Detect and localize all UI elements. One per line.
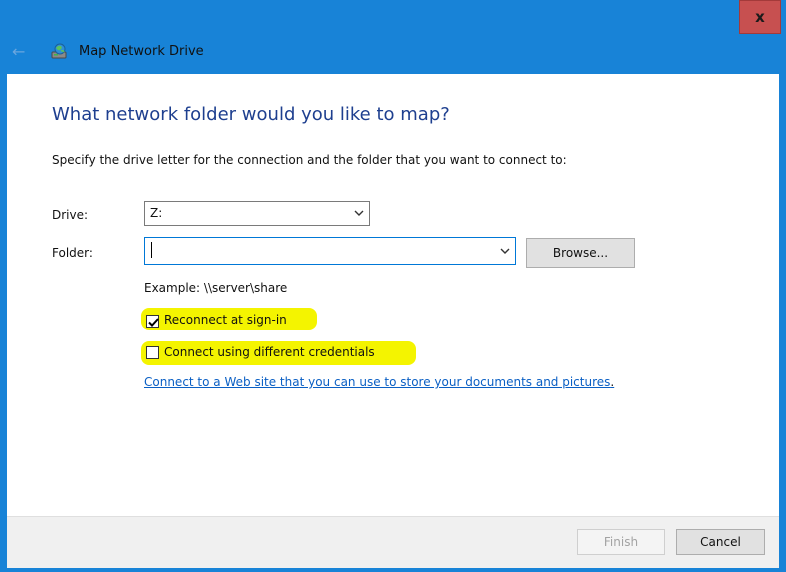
different-credentials-label[interactable]: Connect using different credentials — [164, 345, 375, 359]
map-network-drive-window: x ← Map Network Drive What network folde… — [0, 0, 786, 572]
wizard-content: What network folder would you like to ma… — [7, 74, 779, 516]
web-site-link-text[interactable]: Connect to a Web site that you can use t… — [144, 375, 610, 389]
cancel-button[interactable]: Cancel — [676, 529, 765, 555]
back-arrow-icon[interactable]: ← — [12, 44, 32, 60]
close-icon: x — [755, 8, 765, 26]
chevron-down-icon — [500, 248, 510, 254]
browse-button[interactable]: Browse... — [526, 238, 635, 268]
window-title: Map Network Drive — [79, 44, 204, 59]
different-credentials-checkbox[interactable] — [146, 346, 159, 359]
text-caret — [151, 242, 152, 258]
folder-combobox[interactable] — [144, 237, 516, 265]
reconnect-checkbox[interactable] — [146, 315, 159, 328]
network-drive-icon — [50, 43, 70, 61]
close-button[interactable]: x — [739, 0, 781, 34]
finish-button[interactable]: Finish — [577, 529, 665, 555]
folder-label: Folder: — [52, 246, 93, 260]
drive-select[interactable]: Z: — [144, 201, 370, 226]
title-bar: x ← Map Network Drive — [0, 0, 786, 74]
drive-value: Z: — [150, 206, 163, 220]
chevron-down-icon — [354, 210, 364, 216]
checkmark-icon — [148, 318, 159, 327]
web-site-link[interactable]: Connect to a Web site that you can use t… — [144, 375, 614, 389]
page-heading: What network folder would you like to ma… — [52, 104, 450, 125]
link-period: . — [610, 375, 615, 389]
wizard-footer: Finish Cancel — [7, 516, 779, 568]
instruction-text: Specify the drive letter for the connect… — [52, 153, 567, 167]
folder-example: Example: \\server\share — [144, 281, 288, 295]
reconnect-label[interactable]: Reconnect at sign-in — [164, 313, 287, 327]
drive-label: Drive: — [52, 208, 89, 222]
